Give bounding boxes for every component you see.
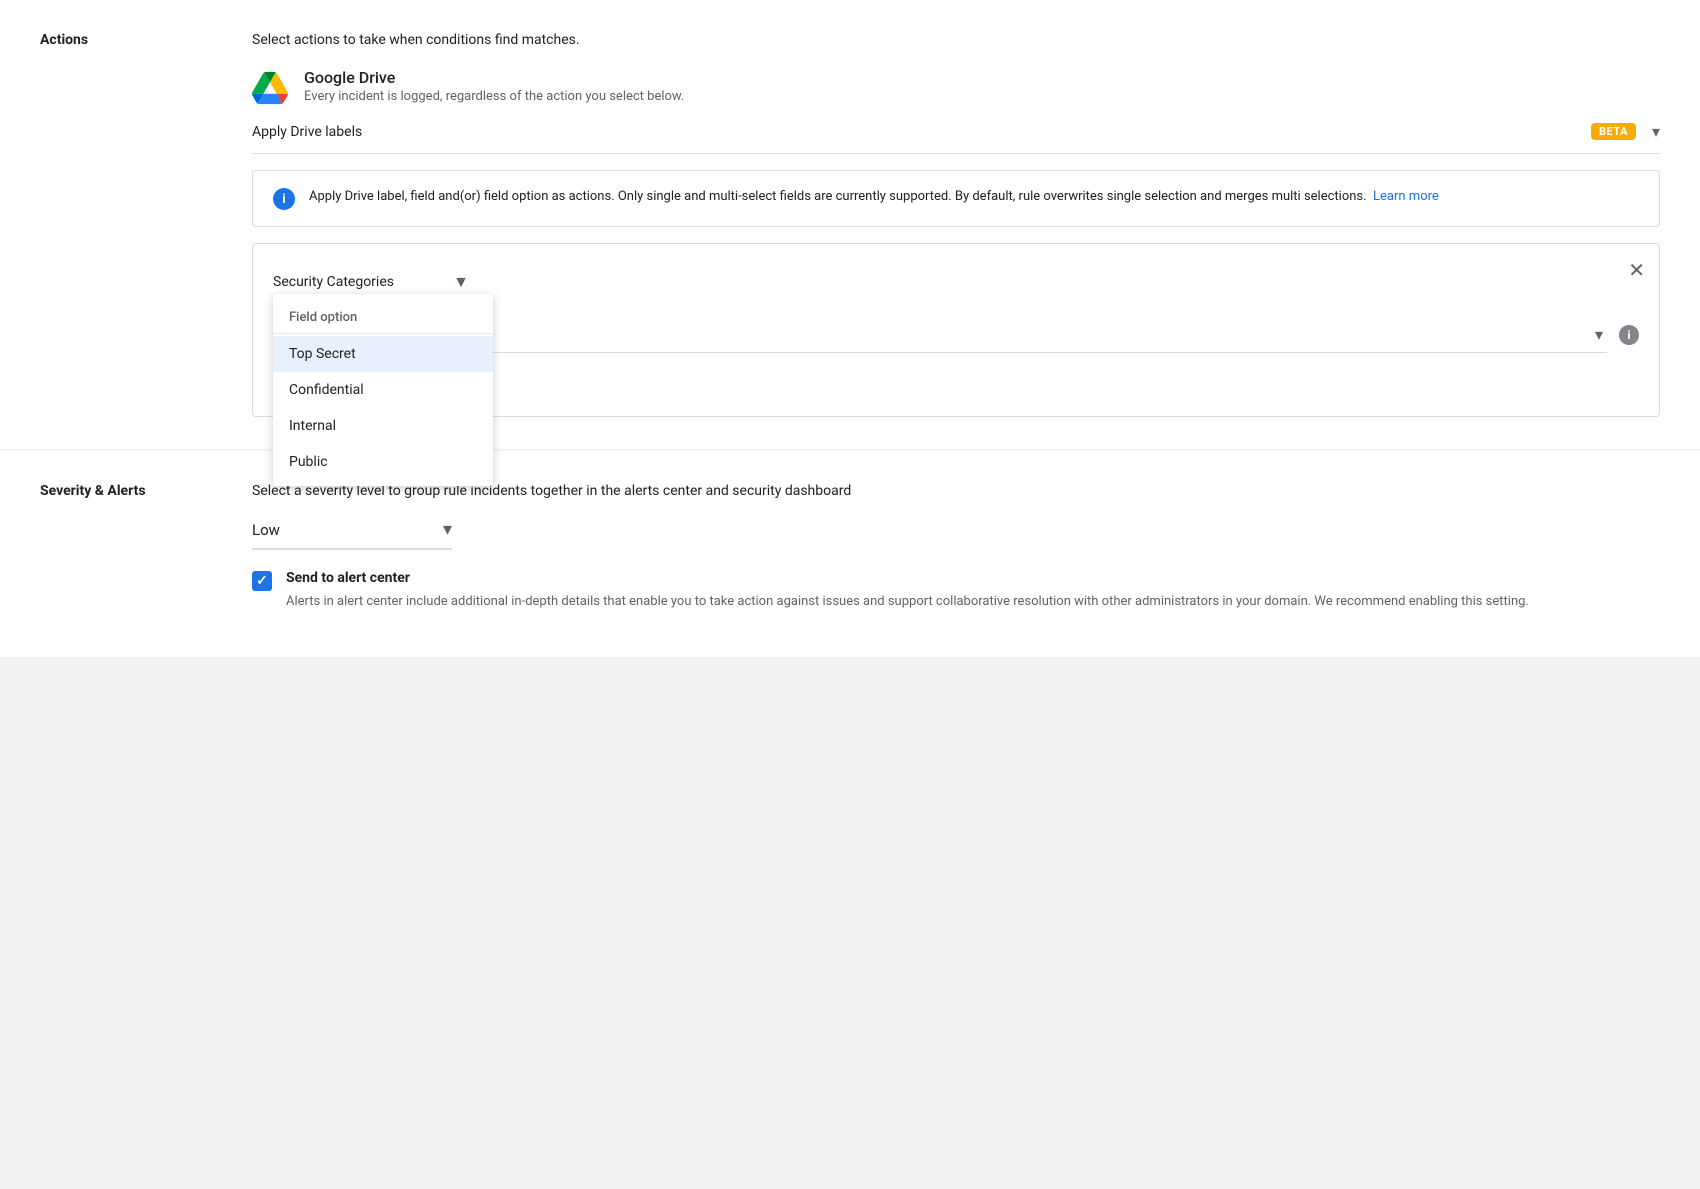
- security-categories-arrow: ▼: [453, 272, 469, 292]
- info-body-text: Apply Drive label, field and(or) field o…: [309, 189, 1367, 204]
- send-to-alert-center-content: Send to alert center Alerts in alert cen…: [286, 570, 1529, 613]
- security-categories-wrapper: Security Categories ▼ Field option Top S…: [273, 264, 473, 301]
- label-selects-row: Security Categories ▼ Field option Top S…: [273, 264, 1639, 301]
- label-config-box: ✕ Security Categories ▼ Field option Top: [252, 243, 1660, 417]
- drive-header: Google Drive Every incident is logged, r…: [252, 68, 1660, 106]
- actions-label: Actions: [40, 32, 220, 417]
- beta-badge: BETA: [1591, 123, 1636, 140]
- info-text: Apply Drive label, field and(or) field o…: [309, 187, 1439, 208]
- actions-description: Select actions to take when conditions f…: [252, 32, 1660, 48]
- actions-section: Actions Select actions to take when cond…: [0, 0, 1700, 449]
- severity-dropdown-arrow: ▾: [443, 519, 452, 540]
- severity-section: Severity & Alerts Select a severity leve…: [0, 451, 1700, 657]
- severity-value: Low: [252, 521, 427, 539]
- severity-select-row: Low ▾: [252, 519, 1660, 550]
- option-internal[interactable]: Internal: [273, 408, 493, 444]
- security-categories-label: Security Categories: [273, 274, 394, 290]
- learn-more-link[interactable]: Learn more: [1373, 189, 1439, 204]
- option-top-secret[interactable]: Top Secret: [273, 336, 493, 372]
- severity-label: Severity & Alerts: [40, 483, 220, 625]
- drive-subtitle: Every incident is logged, regardless of …: [304, 89, 684, 104]
- drive-labels-dropdown-arrow: ▾: [1652, 122, 1660, 141]
- drive-title: Google Drive: [304, 68, 684, 87]
- option-confidential[interactable]: Confidential: [273, 372, 493, 408]
- checkbox-check-icon: ✓: [256, 573, 268, 589]
- option-public[interactable]: Public: [273, 444, 493, 480]
- send-to-alert-center-label: Send to alert center: [286, 570, 1529, 586]
- close-icon[interactable]: ✕: [1628, 258, 1645, 282]
- info-icon: i: [273, 188, 295, 210]
- apply-drive-labels-dropdown[interactable]: Apply Drive labels BETA ▾: [252, 122, 1660, 154]
- send-to-alert-center-checkbox[interactable]: ✓: [252, 571, 272, 591]
- severity-content: Select a severity level to group rule in…: [252, 483, 1660, 625]
- info-box: i Apply Drive label, field and(or) field…: [252, 170, 1660, 227]
- send-to-alert-center-row: ✓ Send to alert center Alerts in alert c…: [252, 570, 1660, 613]
- data-security-arrow: ▾: [1595, 325, 1603, 344]
- drive-info: Google Drive Every incident is logged, r…: [304, 68, 684, 104]
- actions-content: Select actions to take when conditions f…: [252, 32, 1660, 417]
- apply-drive-labels-text: Apply Drive labels: [252, 124, 1581, 140]
- google-drive-icon: [252, 70, 288, 106]
- severity-dropdown[interactable]: Low ▾: [252, 519, 452, 550]
- data-security-info-icon[interactable]: i: [1619, 325, 1639, 345]
- page-container: Actions Select actions to take when cond…: [0, 0, 1700, 657]
- send-to-alert-center-sublabel: Alerts in alert center include additiona…: [286, 592, 1529, 613]
- field-option-header: Field option: [273, 300, 493, 334]
- field-option-dropdown-popup: Field option Top Secret Confidential Int…: [273, 294, 493, 486]
